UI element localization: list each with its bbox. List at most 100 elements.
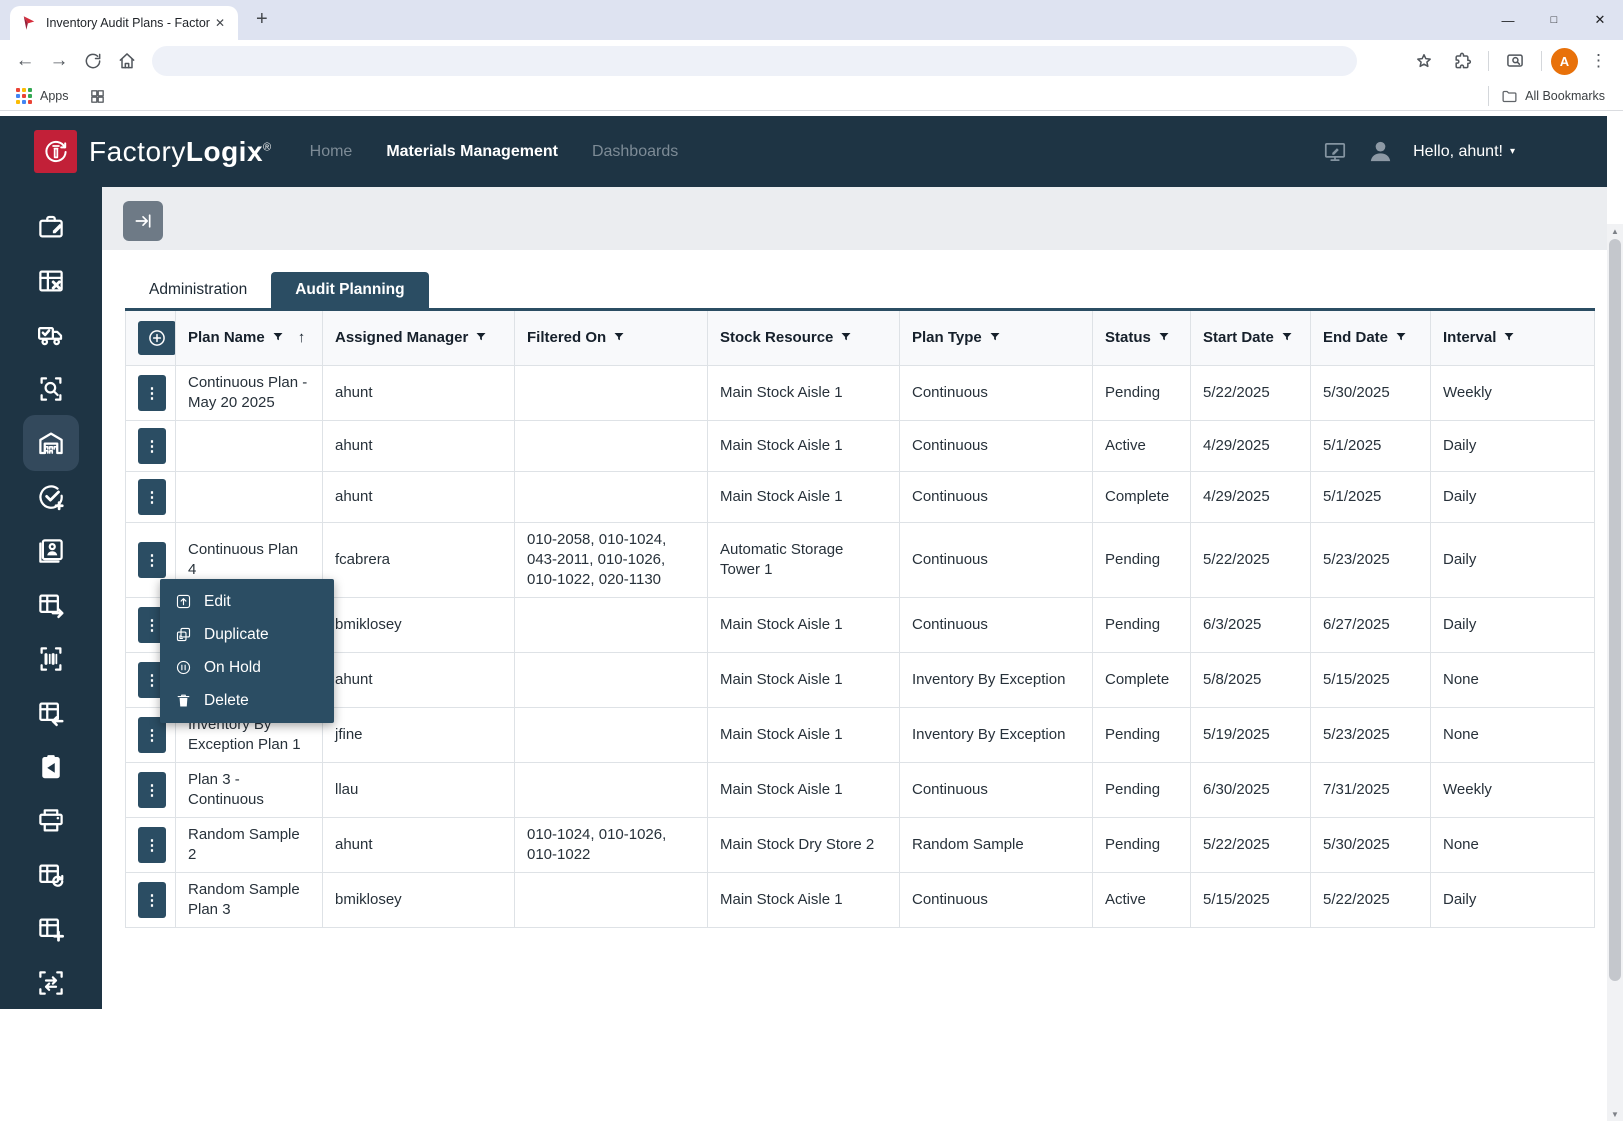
search-tabs-icon[interactable] [1498, 51, 1532, 71]
sidebar-item-job-edit[interactable] [23, 200, 79, 254]
table-refresh-icon [36, 860, 66, 890]
scroll-up-icon[interactable]: ▲ [1607, 224, 1623, 238]
sidebar-item-barcode-scan[interactable] [23, 632, 79, 686]
sidebar-item-shipping[interactable] [23, 308, 79, 362]
filter-funnel-icon[interactable] [1503, 330, 1515, 347]
browser-tab[interactable]: Inventory Audit Plans - FactoryL ✕ [10, 6, 238, 40]
nav-dashboards[interactable]: Dashboards [592, 143, 678, 161]
nav-home[interactable]: Home [310, 143, 353, 161]
home-icon[interactable] [110, 51, 144, 71]
scrollbar-thumb[interactable] [1609, 239, 1621, 981]
sidebar-item-badge[interactable] [23, 524, 79, 578]
bookmark-star-icon[interactable] [1407, 51, 1441, 71]
filter-funnel-icon[interactable] [1281, 330, 1293, 347]
column-header-status[interactable]: Status [1093, 310, 1191, 366]
content-toolbar [102, 187, 1607, 250]
window-maximize-icon[interactable]: □ [1531, 14, 1577, 26]
sidebar-item-table-remove[interactable] [23, 254, 79, 308]
filter-funnel-icon[interactable] [1395, 330, 1407, 347]
cell-assigned-manager: ahunt [323, 472, 515, 523]
user-greeting[interactable]: Hello, ahunt! ▾ [1413, 143, 1515, 161]
cell-interval: Daily [1431, 421, 1595, 472]
sidebar-item-inspect[interactable] [23, 362, 79, 416]
cell-plan-type: Continuous [900, 472, 1093, 523]
extensions-puzzle-icon[interactable] [1445, 51, 1479, 71]
tab-audit-planning[interactable]: Audit Planning [271, 272, 428, 308]
page-scrollbar[interactable]: ▲ ▼ [1607, 224, 1623, 1121]
address-bar[interactable] [152, 46, 1357, 76]
column-header-stock-resource[interactable]: Stock Resource [708, 310, 900, 366]
sidebar-item-table-refresh[interactable] [23, 848, 79, 902]
forward-icon[interactable]: → [42, 50, 76, 72]
row-menu-button[interactable]: ⋮ [138, 827, 166, 863]
sidebar-item-table-export[interactable] [23, 578, 79, 632]
column-header-plan-type[interactable]: Plan Type [900, 310, 1093, 366]
context-menu-label: On Hold [204, 659, 261, 677]
context-menu-item-delete[interactable]: Delete [160, 684, 334, 717]
cell-start-date: 5/22/2025 [1191, 366, 1311, 421]
sidebar-item-audit-add[interactable] [23, 470, 79, 524]
cell-interval: None [1431, 653, 1595, 708]
column-header-end-date[interactable]: End Date [1311, 310, 1431, 366]
app-header: FactoryLogix® HomeMaterials ManagementDa… [0, 116, 1607, 187]
filter-funnel-icon[interactable] [272, 330, 284, 347]
briefcase-edit-icon [36, 212, 66, 242]
filter-funnel-icon[interactable] [840, 330, 852, 347]
sort-ascending-icon[interactable]: ↑ [298, 329, 306, 346]
reload-icon[interactable] [76, 51, 110, 71]
tab-administration[interactable]: Administration [125, 272, 271, 308]
apps-grid-icon[interactable] [16, 88, 32, 104]
cell-assigned-manager: bmiklosey [323, 873, 515, 928]
cell-assigned-manager: ahunt [323, 421, 515, 472]
sidebar-item-table-import[interactable] [23, 686, 79, 740]
cell-status: Active [1093, 873, 1191, 928]
row-menu-button[interactable]: ⋮ [138, 882, 166, 918]
trash-icon [175, 692, 192, 709]
row-menu-button[interactable]: ⋮ [138, 428, 166, 464]
nav-materials-management[interactable]: Materials Management [386, 143, 558, 161]
apps-label[interactable]: Apps [40, 89, 69, 103]
context-menu-item-duplicate[interactable]: Duplicate [160, 618, 334, 651]
row-menu-button[interactable]: ⋮ [138, 542, 166, 578]
all-bookmarks[interactable]: All Bookmarks [1483, 86, 1605, 106]
filter-funnel-icon[interactable] [475, 330, 487, 347]
tab-close-icon[interactable]: ✕ [210, 14, 230, 32]
cell-start-date: 4/29/2025 [1191, 421, 1311, 472]
bookmark-grid-icon[interactable] [89, 88, 106, 105]
profile-avatar[interactable]: A [1551, 48, 1578, 75]
context-menu-item-edit[interactable]: Edit [160, 585, 334, 618]
window-close-icon[interactable]: ✕ [1577, 12, 1623, 28]
window-minimize-icon[interactable]: — [1485, 13, 1531, 28]
context-menu-item-on-hold[interactable]: On Hold [160, 651, 334, 684]
cell-filtered-on [515, 598, 708, 653]
cell-plan-type: Continuous [900, 763, 1093, 818]
sidebar-item-clipboard-return[interactable] [23, 740, 79, 794]
scroll-down-icon[interactable]: ▼ [1607, 1107, 1623, 1121]
row-menu-button[interactable]: ⋮ [138, 375, 166, 411]
cell-plan-type: Continuous [900, 366, 1093, 421]
factorylogix-logo-icon[interactable] [34, 130, 77, 173]
sidebar-item-print[interactable] [23, 794, 79, 848]
browser-menu-icon[interactable]: ⋮ [1582, 51, 1615, 71]
column-header-start-date[interactable]: Start Date [1191, 310, 1311, 366]
filter-funnel-icon[interactable] [1158, 330, 1170, 347]
workstation-monitor-icon[interactable] [1322, 139, 1348, 165]
column-header-filtered-on[interactable]: Filtered On [515, 310, 708, 366]
sidebar-item-transfer[interactable] [23, 956, 79, 1009]
user-profile-icon[interactable] [1366, 137, 1395, 166]
row-menu-button[interactable]: ⋮ [138, 772, 166, 808]
cell-filtered-on [515, 653, 708, 708]
column-header-interval[interactable]: Interval [1431, 310, 1595, 366]
column-header-plan-name[interactable]: Plan Name↑ [176, 310, 323, 366]
sidebar-item-warehouse[interactable] [23, 415, 79, 471]
column-header-assigned-manager[interactable]: Assigned Manager [323, 310, 515, 366]
sidebar-item-table-add[interactable] [23, 902, 79, 956]
new-tab-button[interactable]: + [248, 8, 276, 31]
row-menu-button[interactable]: ⋮ [138, 479, 166, 515]
filter-funnel-icon[interactable] [613, 330, 625, 347]
add-plan-button[interactable] [138, 321, 176, 355]
back-icon[interactable]: ← [8, 50, 42, 72]
cell-end-date: 5/15/2025 [1311, 653, 1431, 708]
collapse-panel-button[interactable] [123, 201, 163, 241]
filter-funnel-icon[interactable] [989, 330, 1001, 347]
